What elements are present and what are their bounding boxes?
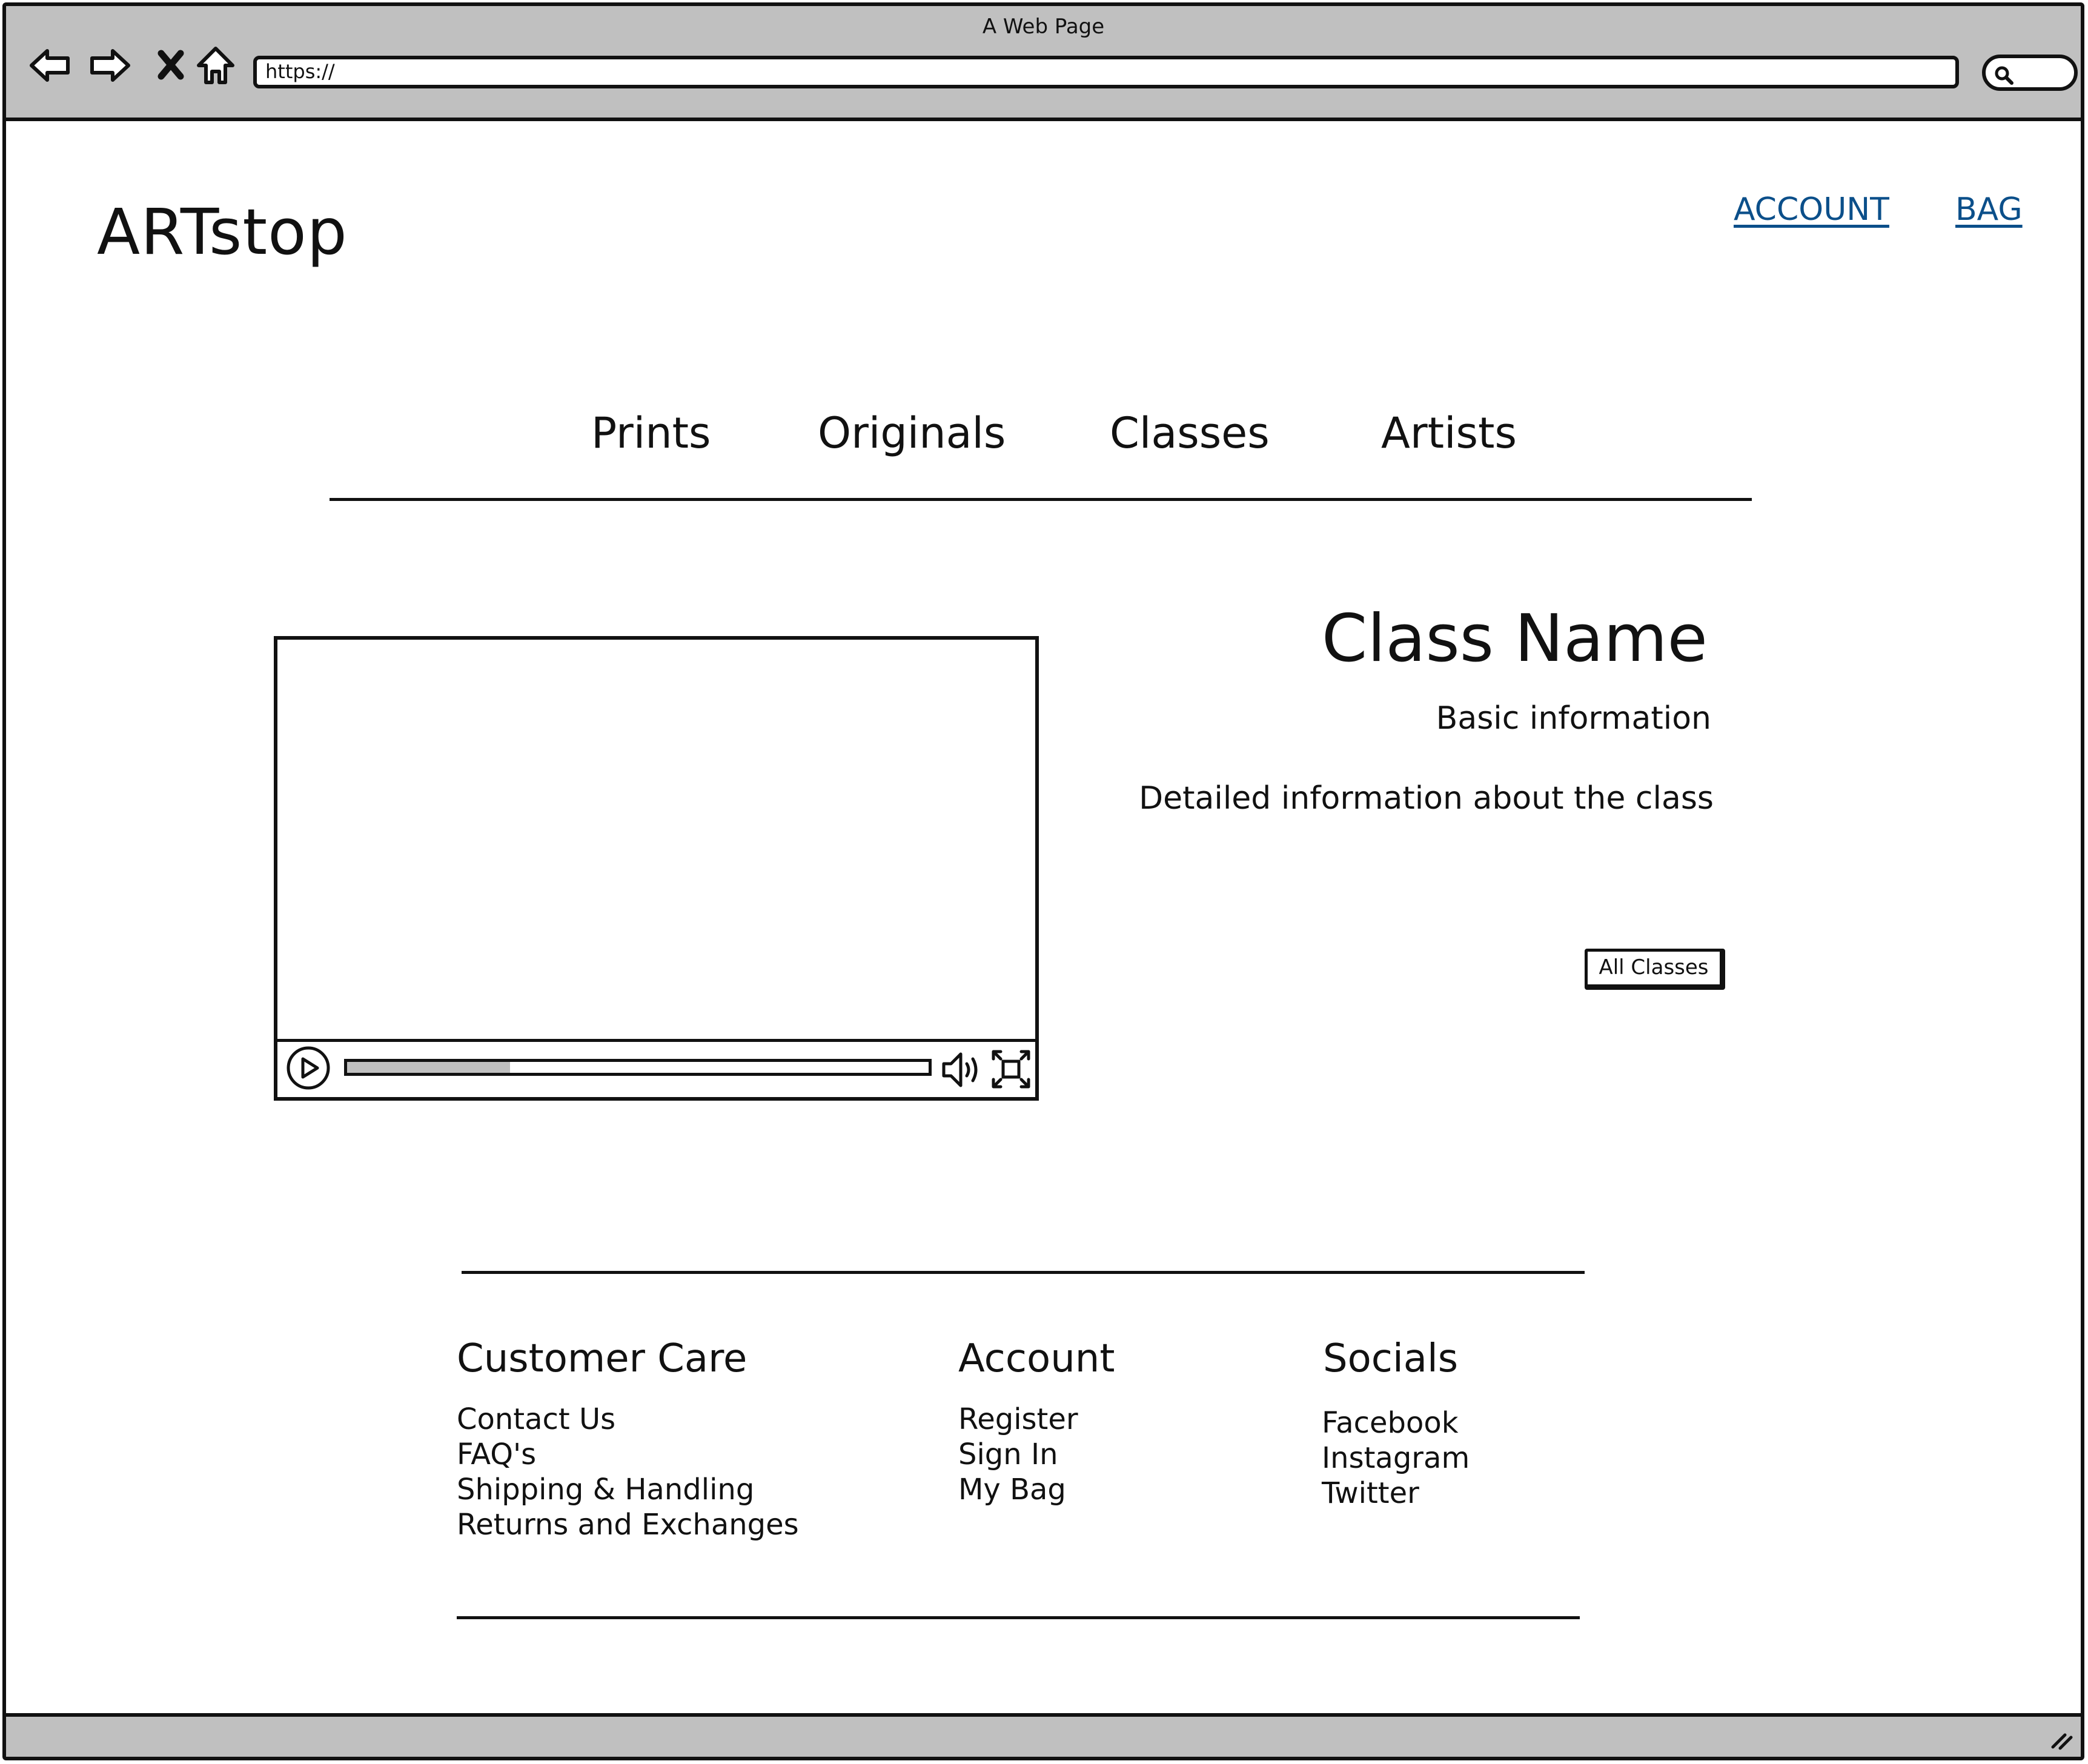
nav-item-artists[interactable]: Artists xyxy=(1381,408,1517,458)
all-classes-button[interactable]: All Classes xyxy=(1585,949,1725,990)
footer-link-faqs[interactable]: FAQ's xyxy=(457,1437,799,1472)
footer-link-returns[interactable]: Returns and Exchanges xyxy=(457,1507,799,1542)
footer-heading-socials: Socials xyxy=(1323,1336,1459,1381)
video-progress-bar[interactable] xyxy=(344,1059,932,1076)
home-icon[interactable] xyxy=(194,44,237,87)
video-progress-fill xyxy=(347,1062,510,1073)
resize-grip-icon[interactable] xyxy=(2048,1724,2075,1753)
browser-search-button[interactable] xyxy=(1982,55,2078,91)
window-title: A Web Page xyxy=(982,15,1105,39)
class-detail-info: Detailed information about the class xyxy=(1139,780,1714,817)
status-bar xyxy=(6,1713,2081,1757)
nav-item-classes[interactable]: Classes xyxy=(1110,408,1270,458)
nav-divider xyxy=(330,498,1752,501)
footer-list-socials: Facebook Instagram Twitter xyxy=(1322,1405,1470,1511)
search-icon xyxy=(1995,66,2013,85)
video-player[interactable] xyxy=(274,636,1039,1101)
footer-list-account: Register Sign In My Bag xyxy=(958,1402,1078,1507)
play-icon[interactable] xyxy=(286,1046,331,1090)
footer-list-customer-care: Contact Us FAQ's Shipping & Handling Ret… xyxy=(457,1402,799,1542)
nav-item-originals[interactable]: Originals xyxy=(818,408,1006,458)
footer-heading-customer-care: Customer Care xyxy=(457,1336,747,1381)
footer-top-divider xyxy=(462,1271,1585,1274)
forward-arrow-icon[interactable] xyxy=(88,44,132,87)
nav-item-prints[interactable]: Prints xyxy=(591,408,711,458)
footer-link-contact-us[interactable]: Contact Us xyxy=(457,1402,799,1437)
footer-link-instagram[interactable]: Instagram xyxy=(1322,1441,1470,1476)
bag-link[interactable]: BAG xyxy=(1955,191,2023,228)
stop-x-icon[interactable] xyxy=(149,44,193,87)
class-basic-info: Basic information xyxy=(1436,700,1711,737)
url-input[interactable]: https:// xyxy=(253,56,1959,88)
footer-link-my-bag[interactable]: My Bag xyxy=(958,1472,1078,1507)
footer-heading-account: Account xyxy=(958,1336,1115,1381)
footer-link-shipping[interactable]: Shipping & Handling xyxy=(457,1472,799,1507)
browser-window: A Web Page https:// ARTstop ACCOUNT BAG … xyxy=(2,2,2084,1760)
browser-chrome: A Web Page https:// xyxy=(6,6,2081,121)
account-link[interactable]: ACCOUNT xyxy=(1734,191,1889,228)
class-title: Class Name xyxy=(1321,601,1708,677)
footer-link-twitter[interactable]: Twitter xyxy=(1322,1476,1470,1511)
back-arrow-icon[interactable] xyxy=(28,44,71,87)
fullscreen-icon[interactable] xyxy=(990,1048,1032,1090)
volume-icon[interactable] xyxy=(940,1049,985,1090)
video-controls xyxy=(277,1039,1035,1097)
footer-link-sign-in[interactable]: Sign In xyxy=(958,1437,1078,1472)
footer-bottom-divider xyxy=(457,1616,1580,1619)
site-logo[interactable]: ARTstop xyxy=(97,195,348,269)
footer-link-register[interactable]: Register xyxy=(958,1402,1078,1437)
footer-link-facebook[interactable]: Facebook xyxy=(1322,1405,1470,1441)
